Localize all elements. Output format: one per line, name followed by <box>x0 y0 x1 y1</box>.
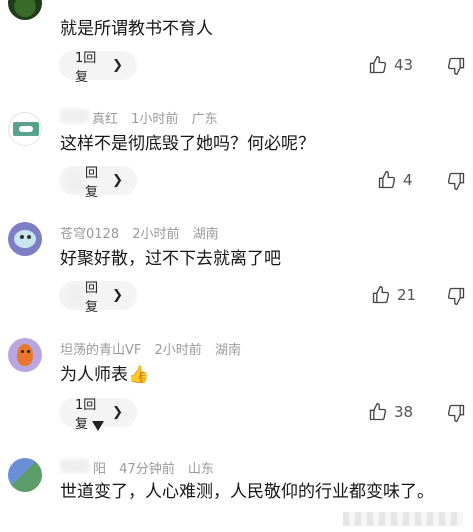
reply-label: 回复 <box>85 280 99 315</box>
like-count: 38 <box>394 403 414 421</box>
comment-time: 47分钟前 <box>119 462 175 477</box>
comment-meta: 苍穹0128 2小时前 湖南 <box>60 223 228 242</box>
chevron-right-icon: ❯ <box>112 58 123 73</box>
comment-meta: 坦荡的青山VF 2小时前 湖南 <box>60 339 250 358</box>
author-name[interactable]: 坦荡的青山VF <box>60 343 141 358</box>
avatar[interactable] <box>8 0 42 20</box>
author-name[interactable]: 苍穹0128 <box>60 227 119 242</box>
thumbs-up-icon <box>369 55 387 74</box>
avatar[interactable] <box>8 338 42 372</box>
comment-item: 就是所谓教书不育人 1回复 ❯ 43 <box>0 0 473 100</box>
like-button[interactable]: 21 <box>371 285 416 305</box>
like-count: 4 <box>403 171 413 189</box>
author-name-redacted <box>60 109 90 123</box>
thumbs-up-icon <box>378 170 396 189</box>
reply-button[interactable]: 回复 ❯ <box>59 281 137 315</box>
comment-text: 为人师表👍 <box>60 365 150 385</box>
reply-label: 1回复 <box>75 50 97 85</box>
author-name[interactable]: 真红 <box>92 112 118 127</box>
avatar[interactable] <box>8 112 42 146</box>
comment-meta: 阳 47分钟前 山东 <box>93 458 223 477</box>
thumbs-down-icon <box>447 404 465 423</box>
dislike-button[interactable] <box>446 403 466 427</box>
thumbs-down-icon <box>447 172 465 191</box>
thumbs-up-icon <box>369 402 387 421</box>
comment-time: 2小时前 <box>132 227 180 242</box>
comment-text: 这样不是彻底毁了她吗？何必呢？ <box>60 134 315 154</box>
author-name-redacted <box>60 459 90 473</box>
comment-location: 山东 <box>187 462 214 477</box>
reply-button[interactable]: 回复 ❯ <box>59 166 137 200</box>
watermark <box>343 512 463 526</box>
thumbs-down-icon <box>447 57 465 76</box>
dislike-button[interactable] <box>446 171 466 195</box>
chevron-right-icon: ❯ <box>112 173 123 188</box>
reply-label: 回复 <box>85 165 99 200</box>
comment-meta: 真红 1小时前 广东 <box>92 108 227 127</box>
comment-time: 2小时前 <box>154 343 202 358</box>
chevron-right-icon: ❯ <box>112 288 123 303</box>
avatar[interactable] <box>8 222 42 256</box>
like-button[interactable]: 43 <box>368 55 413 75</box>
comment-location: 广东 <box>191 112 218 127</box>
comment-text: 就是所谓教书不育人 <box>60 19 213 39</box>
reply-count-redacted <box>67 285 83 306</box>
like-count: 21 <box>397 286 417 304</box>
like-button[interactable]: 4 <box>377 170 413 190</box>
cursor-icon <box>92 421 104 431</box>
comment-location: 湖南 <box>214 343 241 358</box>
comment-item: 坦荡的青山VF 2小时前 湖南 为人师表👍 1回复 ❯ 38 <box>0 328 473 446</box>
reply-button[interactable]: 1回复 ❯ <box>59 51 137 85</box>
dislike-button[interactable] <box>446 56 466 80</box>
comment-location: 湖南 <box>192 227 219 242</box>
dislike-button[interactable] <box>446 286 466 310</box>
thumbs-down-icon <box>447 287 465 306</box>
comment-text: 好聚好散，过不下去就离了吧 <box>60 249 281 269</box>
comment-item: 阳 47分钟前 山东 世道变了，人心难测，人民敬仰的行业都变味了。 <box>0 446 473 532</box>
like-button[interactable]: 38 <box>368 402 413 422</box>
like-count: 43 <box>394 56 414 74</box>
comment-text: 世道变了，人心难测，人民敬仰的行业都变味了。 <box>60 482 434 502</box>
comment-item: 苍穹0128 2小时前 湖南 好聚好散，过不下去就离了吧 回复 ❯ 21 <box>0 212 473 328</box>
reply-count-redacted <box>67 170 83 191</box>
thumbs-up-icon <box>372 285 390 304</box>
comment-time: 1小时前 <box>131 112 179 127</box>
chevron-right-icon: ❯ <box>112 405 123 420</box>
comment-item: 真红 1小时前 广东 这样不是彻底毁了她吗？何必呢？ 回复 ❯ 4 <box>0 100 473 212</box>
author-name[interactable]: 阳 <box>93 462 106 477</box>
avatar[interactable] <box>8 458 42 492</box>
